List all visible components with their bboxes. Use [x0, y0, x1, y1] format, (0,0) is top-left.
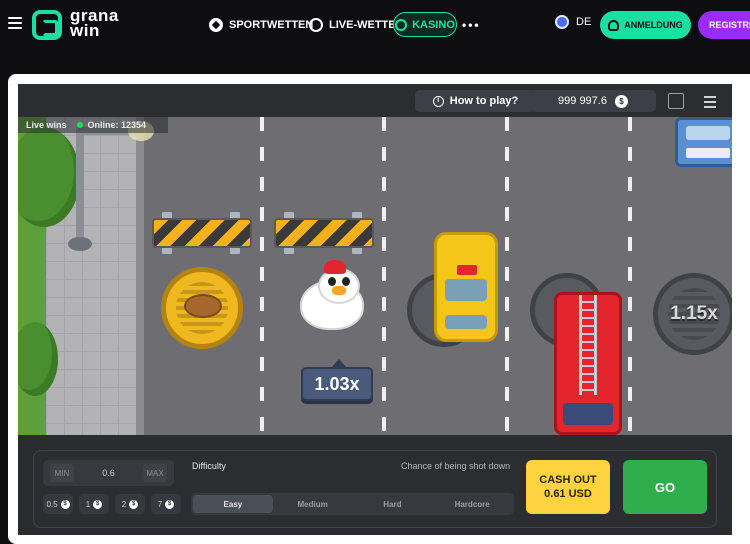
quick-bet-button[interactable]: 0.5 $ — [43, 494, 73, 514]
road-barrier — [274, 210, 374, 256]
dollar-coin-icon: $ — [60, 499, 70, 509]
next-multiplier-label: 1.15x — [670, 303, 718, 324]
casino-chip-icon — [395, 18, 408, 31]
logo-mark-icon — [32, 10, 62, 40]
difficulty-tab-hard[interactable]: Hard — [353, 495, 433, 513]
soccer-ball-icon — [209, 18, 223, 32]
online-count-label: Online: 12354 — [87, 120, 147, 130]
how-to-play-label: How to play? — [449, 95, 519, 107]
go-button[interactable]: GO — [623, 460, 707, 514]
how-to-play-button[interactable]: i How to play? — [415, 90, 536, 112]
login-button[interactable]: ANMELDUNG — [600, 11, 691, 39]
nav-sportwetten-label: SPORTWETTEN — [229, 19, 314, 31]
quick-bet-button[interactable]: 1 $ — [79, 494, 109, 514]
nav-live-wetten[interactable]: LIVE-WETTEN — [309, 15, 404, 35]
taxi-car — [434, 232, 498, 342]
hamburger-menu-icon[interactable] — [8, 17, 22, 29]
roast-chicken-coin-icon — [161, 267, 243, 349]
chicken-road-game: i How to play? 999 997.6 $ 1.03x 1.15x L… — [18, 84, 732, 535]
nav-kasino[interactable]: KASINO — [393, 12, 457, 37]
difficulty-tab-hardcore[interactable]: Hardcore — [432, 495, 512, 513]
fullscreen-icon[interactable] — [668, 93, 684, 109]
difficulty-tab-medium[interactable]: Medium — [273, 495, 353, 513]
chance-label: Chance of being shot down — [401, 461, 511, 471]
road-scene: 1.03x 1.15x Live wins Online: 12354 — [18, 117, 732, 435]
dollar-coin-icon: $ — [614, 94, 628, 108]
dollar-coin-icon: $ — [129, 499, 139, 509]
cash-out-button[interactable]: CASH OUT 0.61 USD — [526, 460, 610, 514]
curb — [136, 117, 144, 435]
blue-bus — [675, 117, 732, 167]
register-label: REGISTRIE — [709, 20, 750, 30]
street-lamp-base — [68, 237, 92, 251]
dollar-coin-icon: $ — [93, 499, 103, 509]
top-navbar: grana win SPORTWETTEN LIVE-WETTEN KASINO… — [0, 0, 750, 50]
grana-win-logo[interactable]: grana win — [32, 7, 152, 42]
online-count: Online: 12354 — [76, 120, 147, 130]
cash-out-amount: 0.61 USD — [544, 488, 592, 500]
lane-divider — [382, 117, 386, 435]
quick-bet-button[interactable]: 7 $ — [151, 494, 181, 514]
road-barrier — [152, 210, 252, 256]
min-bet-button[interactable]: MIN — [50, 464, 74, 482]
live-wins-bar[interactable]: Live wins Online: 12354 — [18, 117, 168, 133]
user-icon — [608, 19, 620, 31]
difficulty-selector: Easy Medium Hard Hardcore — [191, 493, 514, 515]
online-dot-icon — [76, 122, 83, 128]
login-label: ANMELDUNG — [624, 20, 683, 30]
more-menu-icon[interactable]: ••• — [462, 18, 481, 32]
difficulty-tab-easy[interactable]: Easy — [193, 495, 273, 513]
roast-chicken-icon — [184, 294, 222, 318]
street-lamp-pole — [76, 127, 84, 247]
lane-divider — [260, 117, 264, 435]
quick-bet-button[interactable]: 2 $ — [115, 494, 145, 514]
bet-amount-value[interactable]: 0.6 — [102, 468, 115, 478]
bet-controls-panel: MIN 0.6 MAX 0.5 $ 1 $ 2 $ 7 $ Difficulty Cha… — [33, 450, 717, 528]
live-wins-label: Live wins — [26, 120, 67, 130]
nav-sportwetten[interactable]: SPORTWETTEN — [209, 15, 313, 35]
nav-kasino-label: KASINO — [412, 18, 455, 31]
stopwatch-icon — [309, 18, 323, 32]
lane-divider — [505, 117, 509, 435]
lane-divider — [628, 117, 632, 435]
game-menu-icon[interactable] — [704, 96, 716, 111]
globe-icon — [555, 15, 569, 29]
bet-amount-input[interactable]: MIN 0.6 MAX — [43, 460, 174, 486]
language-selector[interactable]: DE — [555, 15, 591, 29]
max-bet-button[interactable]: MAX — [142, 464, 167, 482]
cash-out-label: CASH OUT — [539, 474, 597, 486]
language-label: DE — [576, 16, 592, 28]
chicken-player — [300, 260, 366, 336]
next-multiplier-manhole[interactable]: 1.15x — [653, 273, 732, 355]
balance-display: 999 997.6 $ — [530, 90, 656, 112]
logo-text-line2: win — [70, 21, 100, 40]
difficulty-label: Difficulty — [192, 461, 226, 471]
current-multiplier-badge: 1.03x — [301, 359, 373, 401]
register-button[interactable]: REGISTRIE — [698, 11, 750, 39]
dollar-coin-icon: $ — [165, 499, 175, 509]
game-header: i How to play? 999 997.6 $ — [18, 84, 732, 117]
fire-truck — [554, 292, 622, 435]
balance-value: 999 997.6 — [558, 95, 607, 107]
info-icon: i — [432, 95, 444, 107]
